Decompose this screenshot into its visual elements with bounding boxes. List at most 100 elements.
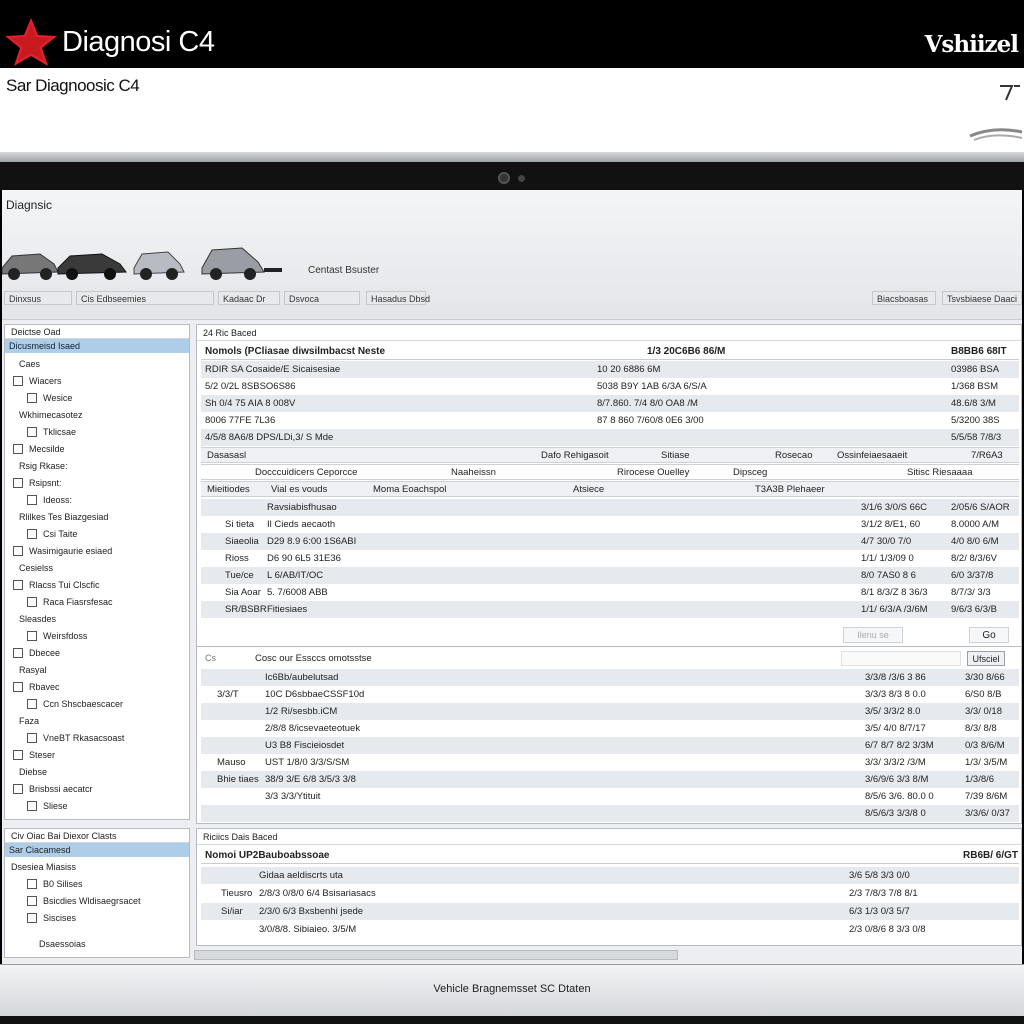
toolbar-item[interactable]: Kadaac Dr xyxy=(218,291,280,305)
checkbox[interactable] xyxy=(13,580,23,590)
table-row[interactable]: Tieusro 2/8/3 0/8/0 6/4 Bsisariasacs 2/3 7… xyxy=(201,885,1019,902)
table-row[interactable]: Si tieta Il Cieds aecaoth 3/1/2 8/E1, 60 8.… xyxy=(201,516,1019,533)
tree-item[interactable]: Rbavec xyxy=(5,679,189,695)
table-row[interactable]: Tue/ce L 6/AB/IT/OC 8/0 7AS0 8 6 6/0 3/37/8 xyxy=(201,567,1019,584)
tree2-item[interactable]: Bsicdies Wldisaegrsacet xyxy=(5,893,189,909)
checkbox[interactable] xyxy=(27,529,37,539)
checkbox[interactable] xyxy=(27,733,37,743)
tree2-item[interactable]: B0 Silises xyxy=(5,876,189,892)
tree-item[interactable]: Wasimigaurie esiaed xyxy=(5,543,189,559)
tree-item[interactable]: Raca Fiasrsfesac xyxy=(5,594,189,610)
checkbox[interactable] xyxy=(13,478,23,488)
tree-item[interactable]: Ideoss: xyxy=(5,492,189,508)
table-row[interactable]: 3/0/8/8. Sibiaieo. 3/5/M 2/3 0/8/6 8 3/3 … xyxy=(201,921,1019,938)
sub-panel-field[interactable] xyxy=(841,651,961,666)
tree-item[interactable]: Diebse xyxy=(5,764,189,780)
tree2-item[interactable]: Siscises xyxy=(5,910,189,926)
checkbox[interactable] xyxy=(27,631,37,641)
checkbox[interactable] xyxy=(27,801,37,811)
tree-item[interactable]: Wkhimecasotez xyxy=(5,407,189,423)
table-row[interactable]: 5/2 0/2L 8SBSO6S86 5038 B9Y 1AB 6/3A 6/S/… xyxy=(201,378,1019,395)
tree-item[interactable]: Rlilkes Tes Biazgesiad xyxy=(5,509,189,525)
column-header[interactable]: Dasasasl xyxy=(207,450,246,461)
tree-item[interactable]: Cesielss xyxy=(5,560,189,576)
table-row[interactable]: 8/5/6/3 3/3/8 0 3/3/6/ 0/37 xyxy=(201,805,1019,822)
checkbox[interactable] xyxy=(27,699,37,709)
checkbox[interactable] xyxy=(13,444,23,454)
table-row[interactable]: Gidaa aeldiscrts uta 3/6 5/8 3/3 0/0 xyxy=(201,867,1019,884)
column-header[interactable]: Ossinfeiaesaaeit xyxy=(837,450,907,461)
table-row[interactable]: U3 B8 Fiscieiosdet 6/7 8/7 8/2 3/3M 0/3 8/… xyxy=(201,737,1019,754)
tree2-item[interactable]: Dsesiea Miasiss xyxy=(5,859,189,875)
checkbox[interactable] xyxy=(27,393,37,403)
column-header[interactable]: Docccuidicers Ceporcce xyxy=(255,467,357,478)
tree-item[interactable]: Wiacers xyxy=(5,373,189,389)
tree-item[interactable]: Sliese xyxy=(5,798,189,814)
tree-selected-item[interactable]: Dicusmeisd Isaed xyxy=(5,339,189,353)
tree-item[interactable]: Dbecee xyxy=(5,645,189,661)
table-row[interactable]: Sia Aoar 5. 7/6008 ABB 8/1 8/3/Z 8 36/3 8/7… xyxy=(201,584,1019,601)
tree-item[interactable]: Tklicsae xyxy=(5,424,189,440)
tree2-selected-item[interactable]: Sar Ciacamesd xyxy=(5,843,189,857)
checkbox[interactable] xyxy=(27,427,37,437)
toolbar-item[interactable]: Dinxsus xyxy=(4,291,72,305)
table-row[interactable]: Si/iar 2/3/0 6/3 Bxsbenhi jsede 6/3 1/3 0/… xyxy=(201,903,1019,920)
column-header[interactable]: Mieitiodes xyxy=(207,484,250,495)
toolbar-item[interactable]: Biacsboasas xyxy=(872,291,936,305)
table-row[interactable]: Bhie tiaes 38/9 3/E 6/8 3/5/3 3/8 3/6/9/6 … xyxy=(201,771,1019,788)
table-row[interactable]: Ravsiabisfhusao 3/1/6 3/0/S 66C 2/05/6 S/A… xyxy=(201,499,1019,516)
checkbox[interactable] xyxy=(13,648,23,658)
column-header[interactable]: Atsiece xyxy=(573,484,604,495)
table-row[interactable]: Ic6Bb/aubelutsad 3/3/8 /3/6 3 86 3/30 8/66 xyxy=(201,669,1019,686)
sub-panel-button[interactable]: Ufsciel xyxy=(967,651,1005,666)
checkbox[interactable] xyxy=(27,896,37,906)
tree-item[interactable]: Sleasdes xyxy=(5,611,189,627)
column-header[interactable]: Dafo Rehigasoit xyxy=(541,450,609,461)
table-row[interactable]: 4/5/8 8A6/8 DPS/LDi,3/ S Mde 5/5/58 7/8/3 xyxy=(201,429,1019,446)
tree-item[interactable]: Weirsfdoss xyxy=(5,628,189,644)
column-header[interactable]: Sitisc Riesaaaa xyxy=(907,467,972,478)
checkbox[interactable] xyxy=(13,376,23,386)
tree-item[interactable]: Rasyal xyxy=(5,662,189,678)
checkbox[interactable] xyxy=(27,913,37,923)
checkbox[interactable] xyxy=(27,495,37,505)
table-row[interactable]: 8006 77FE 7L36 87 8 860 7/60/8 0E6 3/00 5/… xyxy=(201,412,1019,429)
table-row[interactable]: Siaeolia D29 8.9 6:00 1S6ABI 4/7 30/0 7/0 4… xyxy=(201,533,1019,550)
go-button[interactable]: Go xyxy=(969,627,1009,643)
table-row[interactable]: Mauso UST 1/8/0 3/3/S/SM 3/3/ 3/3/2 /3/M 1/… xyxy=(201,754,1019,771)
tree-item[interactable]: Csi Taite xyxy=(5,526,189,542)
table-row[interactable]: 2/8/8 8/icsevaeteotuek 3/5/ 4/0 8/7/17 8/3… xyxy=(201,720,1019,737)
checkbox[interactable] xyxy=(27,879,37,889)
checkbox[interactable] xyxy=(13,750,23,760)
tree-item[interactable]: Brisbssi aecatcr xyxy=(5,781,189,797)
column-header[interactable]: Vial es vouds xyxy=(271,484,327,495)
tree-item[interactable]: Ccn Shscbaescacer xyxy=(5,696,189,712)
column-header[interactable]: Moma Eoachspol xyxy=(373,484,446,495)
column-header[interactable]: Dipsceg xyxy=(733,467,767,478)
tree-item[interactable]: VneBT Rkasacsoast xyxy=(5,730,189,746)
toolbar-item[interactable]: Tsvsbiaese Daaci xyxy=(942,291,1022,305)
column-header[interactable]: Sitiase xyxy=(661,450,690,461)
tree-item[interactable]: Caes xyxy=(5,356,189,372)
toolbar-item[interactable]: Hasadus Dbsd xyxy=(366,291,430,305)
column-header[interactable]: Rirocese Ouelley xyxy=(617,467,689,478)
table-row[interactable]: Rioss D6 90 6L5 31E36 1/1/ 1/3/09 0 8/2/ 8/… xyxy=(201,550,1019,567)
table-row[interactable]: Sh 0/4 75 AIA 8 008V 8/7.860. 7/4 8/0 OA8… xyxy=(201,395,1019,412)
tree-item[interactable]: Faza xyxy=(5,713,189,729)
toolbar-item[interactable]: Cis Edbseemies xyxy=(76,291,214,305)
tree-item[interactable]: Mecsilde xyxy=(5,441,189,457)
column-header[interactable]: Rosecao xyxy=(775,450,813,461)
table-row[interactable]: RDIR SA Cosaide/E Sicaisesiae 10 20 6886 … xyxy=(201,361,1019,378)
checkbox[interactable] xyxy=(27,597,37,607)
column-header[interactable]: 7/R6A3 xyxy=(971,450,1003,461)
horizontal-scrollbar[interactable] xyxy=(194,950,678,960)
tree-item[interactable]: Wesice xyxy=(5,390,189,406)
table-row[interactable]: 1/2 Ri/sesbb.iCM 3/5/ 3/3/2 8.0 3/3/ 0/18 xyxy=(201,703,1019,720)
table-row[interactable]: SR/BSBR Fitiesiaes 1/1/ 6/3/A /3/6M 9/6/3 6… xyxy=(201,601,1019,618)
table-row[interactable]: 3/3/T 10C D6sbbaeCSSF10d 3/3/3 8/3 8 0.0 6/… xyxy=(201,686,1019,703)
toolbar-item[interactable]: Dsvoca xyxy=(284,291,360,305)
column-header[interactable]: Naaheissn xyxy=(451,467,496,478)
filter-input[interactable]: Ilenu se xyxy=(843,627,903,643)
checkbox[interactable] xyxy=(13,546,23,556)
checkbox[interactable] xyxy=(13,784,23,794)
